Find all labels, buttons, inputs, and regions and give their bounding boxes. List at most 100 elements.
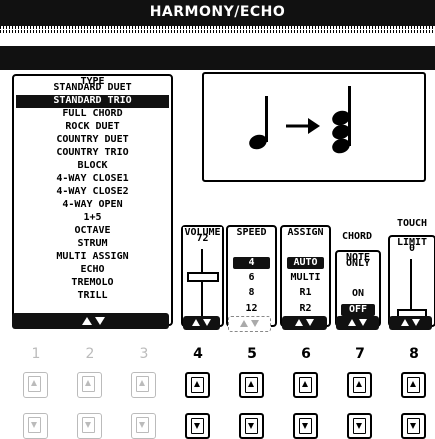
- arrow-up-icon: [401, 319, 409, 326]
- type-item[interactable]: 1+5: [16, 212, 169, 225]
- panel-button-6-up[interactable]: [293, 372, 318, 398]
- speed-label: SPEED: [235, 227, 268, 238]
- type-item[interactable]: 4-WAY CLOSE2: [16, 186, 169, 199]
- button-number-4: 4: [193, 346, 203, 362]
- speed-nav-button[interactable]: [228, 316, 271, 332]
- panel-button-1-down[interactable]: [23, 413, 48, 439]
- type-list-box: TYPE STANDARD DUET STANDARD TRIO FULL CH…: [12, 74, 173, 326]
- assign-nav-button[interactable]: [282, 316, 327, 330]
- speed-option[interactable]: 6: [228, 272, 275, 284]
- volume-nav-button[interactable]: [183, 316, 220, 330]
- arrow-up-icon: [302, 381, 308, 387]
- button-number-7: 7: [355, 346, 365, 362]
- touch-limit-value: 0: [408, 243, 416, 254]
- volume-value: 72: [196, 233, 209, 244]
- button-number-8: 8: [409, 346, 419, 362]
- button-number-1: 1: [31, 346, 41, 362]
- type-list: STANDARD DUET STANDARD TRIO FULL CHORD R…: [16, 82, 169, 303]
- button-number-5: 5: [247, 346, 257, 362]
- assign-group: ASSIGN AUTO MULTI R1 R2: [280, 225, 331, 327]
- speed-group: SPEED 4 6 8 12: [226, 225, 277, 327]
- arrow-down-icon: [410, 423, 416, 429]
- arrow-down-icon: [306, 319, 314, 326]
- arrow-down-icon: [203, 319, 211, 326]
- panel-button-5-up[interactable]: [239, 372, 264, 398]
- arrow-up-icon: [240, 320, 248, 327]
- type-item[interactable]: 4-WAY OPEN: [16, 199, 169, 212]
- panel-button-4-down[interactable]: [185, 413, 210, 439]
- assign-option[interactable]: R2: [282, 303, 329, 315]
- type-item[interactable]: COUNTRY DUET: [16, 134, 169, 147]
- type-item[interactable]: STRUM: [16, 238, 169, 251]
- volume-slider-track[interactable]: [201, 249, 203, 317]
- arrow-down-icon: [95, 317, 105, 325]
- arrow-up-icon: [192, 319, 200, 326]
- arrow-up-icon: [139, 380, 145, 386]
- assign-option[interactable]: MULTI: [282, 272, 329, 284]
- type-item[interactable]: FULL CHORD: [16, 108, 169, 121]
- panel-button-8-up[interactable]: [401, 372, 426, 398]
- button-number-6: 6: [301, 346, 311, 362]
- chord-note-only-nav-button[interactable]: [336, 316, 379, 330]
- panel-button-3-up[interactable]: [131, 372, 156, 398]
- type-list-scroll-button[interactable]: [12, 313, 169, 329]
- volume-group: VOLUME 72: [181, 225, 224, 327]
- arrow-down-icon: [248, 423, 254, 429]
- arrow-up-icon: [356, 381, 362, 387]
- arrow-up-icon: [348, 319, 356, 326]
- touch-limit-nav-button[interactable]: [389, 316, 432, 330]
- chord-note-only-option-selected[interactable]: OFF: [341, 304, 375, 316]
- speed-option[interactable]: 8: [228, 287, 275, 299]
- type-item-selected[interactable]: STANDARD TRIO: [16, 95, 169, 108]
- panel-button-7-up[interactable]: [347, 372, 372, 398]
- arrow-down-icon: [302, 423, 308, 429]
- title-bar: HARMONY/ECHO: [0, 0, 435, 26]
- panel-button-2-up[interactable]: [77, 372, 102, 398]
- arrow-up-icon: [194, 381, 200, 387]
- button-number-3: 3: [139, 346, 149, 362]
- panel-button-1-up[interactable]: [23, 372, 48, 398]
- dotted-divider: [0, 30, 435, 33]
- touch-limit-label: TOUCH: [396, 218, 428, 229]
- arrow-up-icon: [410, 381, 416, 387]
- panel-button-5-down[interactable]: [239, 413, 264, 439]
- panel-button-7-down[interactable]: [347, 413, 372, 439]
- arrow-down-icon: [251, 320, 259, 327]
- type-item[interactable]: BLOCK: [16, 160, 169, 173]
- type-item[interactable]: OCTAVE: [16, 225, 169, 238]
- type-item[interactable]: STANDARD DUET: [16, 82, 169, 95]
- arrow-up-icon: [248, 381, 254, 387]
- speed-option[interactable]: 12: [228, 303, 275, 315]
- type-item[interactable]: COUNTRY TRIO: [16, 147, 169, 160]
- assign-option[interactable]: R1: [282, 287, 329, 299]
- arrow-down-icon: [356, 423, 362, 429]
- panel-button-3-down[interactable]: [131, 413, 156, 439]
- panel-button-8-down[interactable]: [401, 413, 426, 439]
- chord-note-only-label: CHORD: [341, 231, 373, 242]
- arrow-down-icon: [31, 422, 37, 428]
- chord-note-only-label-only: ONLY: [345, 258, 371, 269]
- assign-option-selected[interactable]: AUTO: [287, 257, 324, 269]
- arrow-down-icon: [139, 422, 145, 428]
- type-item[interactable]: MULTI ASSIGN: [16, 251, 169, 264]
- type-item[interactable]: ECHO: [16, 264, 169, 277]
- type-item[interactable]: 4-WAY CLOSE1: [16, 173, 169, 186]
- arrow-up-icon: [295, 319, 303, 326]
- button-number-2: 2: [85, 346, 95, 362]
- panel-button-6-down[interactable]: [293, 413, 318, 439]
- type-item[interactable]: TRILL: [16, 290, 169, 303]
- arrow-down-icon: [412, 319, 420, 326]
- lcd-screen: HARMONY/ECHO TYPE STANDARD DUET STANDARD…: [0, 0, 435, 332]
- dotted-divider: [0, 26, 435, 29]
- chord-note-only-option[interactable]: ON: [337, 288, 379, 300]
- type-item[interactable]: ROCK DUET: [16, 121, 169, 134]
- panel-button-4-up[interactable]: [185, 372, 210, 398]
- harmony-preview: [202, 72, 426, 182]
- arrow-down-icon: [194, 423, 200, 429]
- type-item[interactable]: TREMOLO: [16, 277, 169, 290]
- volume-slider-knob[interactable]: [187, 272, 219, 282]
- speed-option-selected[interactable]: 4: [233, 257, 270, 269]
- arrow-down-icon: [359, 319, 367, 326]
- panel-button-2-down[interactable]: [77, 413, 102, 439]
- arrow-up-icon: [31, 380, 37, 386]
